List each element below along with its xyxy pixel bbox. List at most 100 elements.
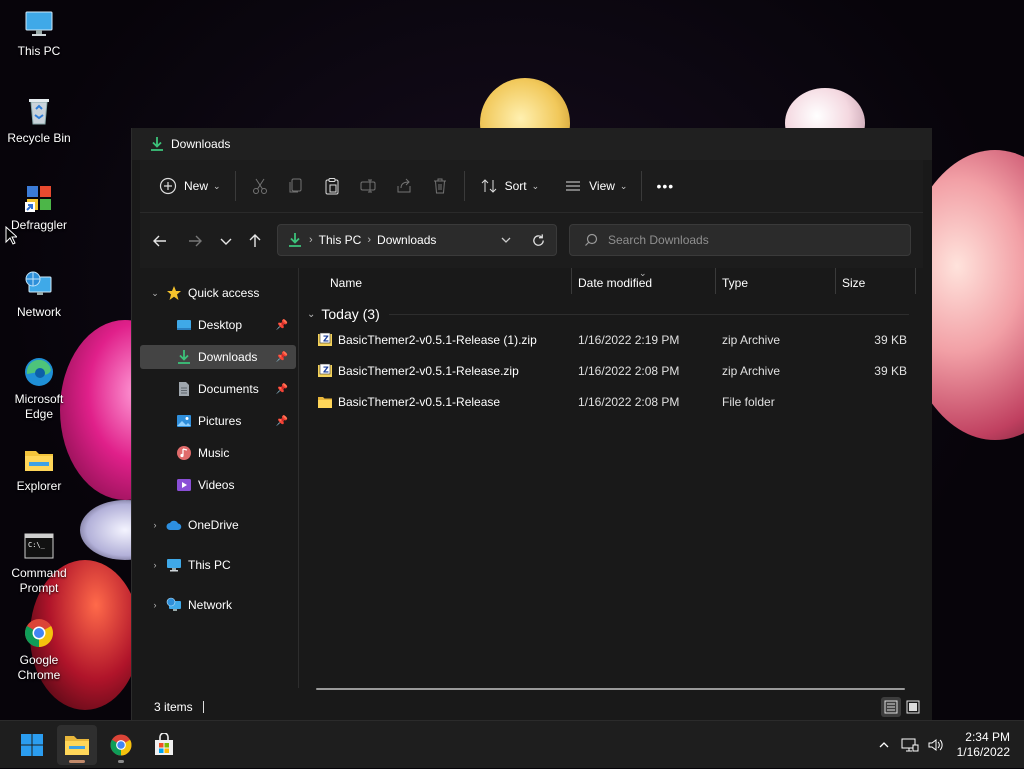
group-divider (389, 314, 909, 315)
item-count: 3 items (154, 700, 193, 714)
nav-item-label: Documents (198, 382, 259, 396)
nav-item-documents[interactable]: Documents 📌 (140, 377, 296, 401)
nav-onedrive[interactable]: › OneDrive (140, 513, 296, 537)
nav-item-videos[interactable]: Videos (140, 473, 296, 497)
file-row[interactable]: BasicThemer2-v0.5.1-Release 1/16/2022 2:… (307, 388, 913, 416)
group-label: Today (3) (321, 306, 380, 322)
chevron-down-icon[interactable]: ⌄ (148, 288, 162, 299)
nav-quick-access[interactable]: ⌄ Quick access (140, 281, 296, 305)
nav-item-desktop[interactable]: Desktop 📌 (140, 313, 296, 337)
nav-item-label: Desktop (198, 318, 243, 332)
file-date: 1/16/2022 2:19 PM (578, 333, 680, 347)
chevron-right-icon[interactable]: › (148, 560, 162, 570)
new-button[interactable]: New ⌄ (150, 168, 229, 204)
videos-icon (176, 477, 192, 493)
recent-locations-button[interactable] (216, 231, 236, 251)
clipboard-icon (322, 176, 342, 196)
nav-item-label: Music (198, 446, 230, 460)
title-bar[interactable]: Downloads (132, 128, 932, 160)
desktop-icon-edge[interactable]: Microsoft Edge (0, 356, 78, 422)
horizontal-scrollbar[interactable] (316, 688, 905, 690)
pin-icon[interactable]: 📌 (276, 384, 288, 395)
tiles-view-icon (906, 700, 920, 714)
nav-item-pictures[interactable]: Pictures 📌 (140, 409, 296, 433)
desktop-icon-chrome[interactable]: Google Chrome (0, 617, 78, 683)
chevron-right-icon[interactable]: › (148, 520, 162, 530)
share-button[interactable] (386, 168, 422, 204)
download-icon (287, 232, 303, 248)
toolbar-separator (641, 171, 643, 201)
column-header-size[interactable]: Size (842, 268, 865, 298)
view-button[interactable]: View ⌄ (555, 168, 635, 204)
scissors-icon (250, 176, 270, 196)
column-separator[interactable] (835, 268, 836, 294)
nav-item-music[interactable]: Music (140, 441, 296, 465)
volume-button[interactable] (925, 734, 947, 756)
breadcrumb-this-pc[interactable]: This PC (319, 233, 362, 247)
breadcrumb-downloads[interactable]: Downloads (377, 233, 436, 247)
taskbar: 2:34 PM 1/16/2022 (0, 720, 1024, 768)
refresh-button[interactable] (531, 233, 546, 248)
file-type: zip Archive (722, 364, 781, 378)
network-status-button[interactable] (899, 734, 921, 756)
start-button[interactable] (12, 725, 52, 765)
tiles-view-button[interactable] (903, 697, 923, 717)
column-separator[interactable] (915, 268, 916, 294)
desktop-icon-network[interactable]: Network (0, 269, 78, 320)
pin-icon[interactable]: 📌 (276, 416, 288, 427)
windows-logo-icon (21, 734, 43, 756)
toolbar-separator (463, 171, 465, 201)
up-button[interactable] (245, 231, 265, 251)
desktop-icon-this-pc[interactable]: This PC (0, 8, 78, 59)
column-separator[interactable] (715, 268, 716, 294)
desktop-icon-label: This PC (17, 44, 61, 58)
taskbar-store[interactable] (144, 725, 184, 765)
file-size: 39 KB (874, 333, 907, 347)
file-row[interactable]: Z BasicThemer2-v0.5.1-Release (1).zip 1/… (307, 326, 913, 354)
more-options-button[interactable]: ••• (648, 168, 682, 204)
cut-button[interactable] (242, 168, 278, 204)
details-view-button[interactable] (881, 697, 901, 717)
nav-this-pc[interactable]: › This PC (140, 553, 296, 577)
command-bar: New ⌄ Sort ⌄ View ⌄ ••• (140, 160, 923, 212)
column-header-type[interactable]: Type (722, 268, 748, 298)
address-bar[interactable]: › This PC › Downloads (277, 224, 557, 256)
zip-icon: Z (317, 332, 333, 348)
paste-button[interactable] (314, 168, 350, 204)
refresh-icon (533, 233, 544, 246)
file-row[interactable]: Z BasicThemer2-v0.5.1-Release.zip 1/16/2… (307, 357, 913, 385)
taskbar-clock[interactable]: 2:34 PM 1/16/2022 (957, 730, 1010, 760)
forward-button[interactable] (185, 231, 205, 251)
column-separator[interactable] (571, 268, 572, 294)
chevron-up-icon (879, 742, 889, 748)
search-input[interactable] (606, 232, 890, 248)
file-size: 39 KB (874, 364, 907, 378)
back-button[interactable] (150, 231, 170, 251)
address-dropdown-button[interactable] (500, 234, 512, 246)
view-switcher (879, 697, 923, 717)
desktop-icon-recycle-bin[interactable]: Recycle Bin (0, 95, 78, 146)
chevron-right-icon[interactable]: › (148, 600, 162, 610)
desktop-icon-explorer[interactable]: Explorer (0, 443, 78, 494)
show-hidden-icons-button[interactable] (873, 734, 895, 756)
pin-icon[interactable]: 📌 (276, 352, 288, 363)
column-header-name[interactable]: Name (330, 268, 362, 298)
search-box[interactable] (569, 224, 911, 256)
address-row: › This PC › Downloads (140, 212, 923, 269)
delete-button[interactable] (422, 168, 458, 204)
pin-icon[interactable]: 📌 (276, 320, 288, 331)
taskbar-file-explorer[interactable] (57, 725, 97, 765)
file-name: BasicThemer2-v0.5.1-Release.zip (338, 364, 519, 378)
monitor-icon (23, 8, 55, 40)
nav-item-downloads[interactable]: Downloads 📌 (140, 345, 296, 369)
rename-button[interactable] (350, 168, 386, 204)
copy-button[interactable] (278, 168, 314, 204)
sort-button[interactable]: Sort ⌄ (471, 168, 548, 204)
taskbar-chrome[interactable] (101, 725, 141, 765)
nav-network[interactable]: › Network (140, 593, 296, 617)
desktop-icon (176, 317, 192, 333)
desktop-icon-command-prompt[interactable]: C:\_ Command Prompt (0, 530, 78, 596)
arrow-up-icon (249, 234, 261, 247)
file-name-cell: Z BasicThemer2-v0.5.1-Release (1).zip (317, 326, 537, 354)
file-name: BasicThemer2-v0.5.1-Release (1).zip (338, 333, 537, 347)
